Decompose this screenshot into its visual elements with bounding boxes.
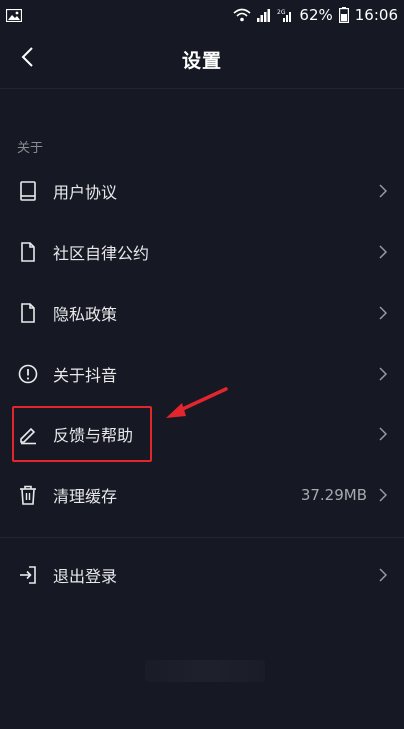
menu-item-label: 用户协议 bbox=[53, 183, 118, 202]
menu-item-user-agreement[interactable]: 用户协议 bbox=[0, 161, 404, 221]
bottom-blurred-region bbox=[145, 660, 265, 682]
menu-item-clear-cache[interactable]: 清理缓存 37.29MB bbox=[0, 465, 404, 525]
status-right: 2G 62% 16:06 bbox=[233, 6, 398, 24]
chevron-right-icon bbox=[376, 485, 390, 505]
status-left bbox=[6, 8, 22, 22]
annotation-highlight-box bbox=[12, 406, 152, 462]
network-label: 2G bbox=[277, 9, 286, 16]
trash-icon bbox=[16, 483, 40, 507]
logout-icon bbox=[16, 563, 40, 587]
menu-item-community-convention[interactable]: 社区自律公约 bbox=[0, 222, 404, 282]
battery-icon bbox=[338, 7, 349, 23]
document-icon bbox=[16, 301, 40, 325]
info-icon bbox=[16, 362, 40, 386]
back-button[interactable] bbox=[10, 42, 44, 76]
gallery-icon bbox=[6, 8, 22, 22]
clock: 16:06 bbox=[354, 6, 398, 24]
chevron-left-icon bbox=[20, 46, 34, 72]
chevron-right-icon bbox=[376, 181, 390, 201]
page-title: 设置 bbox=[181, 49, 222, 72]
section-divider bbox=[0, 537, 404, 538]
signal-2g-icon: 2G bbox=[277, 8, 293, 22]
signal-icon bbox=[257, 8, 271, 22]
book-icon bbox=[16, 179, 40, 203]
cache-size-value: 37.29MB bbox=[300, 486, 367, 504]
menu-item-label: 关于抖音 bbox=[53, 366, 118, 385]
chevron-right-icon bbox=[376, 303, 390, 323]
document-icon bbox=[16, 240, 40, 264]
menu-item-label: 清理缓存 bbox=[53, 487, 118, 506]
chevron-right-icon bbox=[376, 364, 390, 384]
battery-percent: 62% bbox=[299, 6, 333, 24]
status-bar: 2G 62% 16:06 bbox=[0, 0, 404, 30]
menu-item-label: 隐私政策 bbox=[53, 305, 118, 324]
menu-item-logout[interactable]: 退出登录 bbox=[0, 545, 404, 605]
header: 设置 bbox=[0, 30, 404, 89]
chevron-right-icon bbox=[376, 565, 390, 585]
chevron-right-icon bbox=[376, 242, 390, 262]
wifi-icon bbox=[233, 8, 251, 22]
menu-item-label: 社区自律公约 bbox=[53, 244, 150, 263]
menu-item-label: 退出登录 bbox=[53, 567, 118, 586]
chevron-right-icon bbox=[376, 424, 390, 444]
section-label: 关于 bbox=[17, 141, 44, 156]
annotation-arrow-icon bbox=[166, 387, 228, 418]
menu-item-privacy-policy[interactable]: 隐私政策 bbox=[0, 283, 404, 343]
